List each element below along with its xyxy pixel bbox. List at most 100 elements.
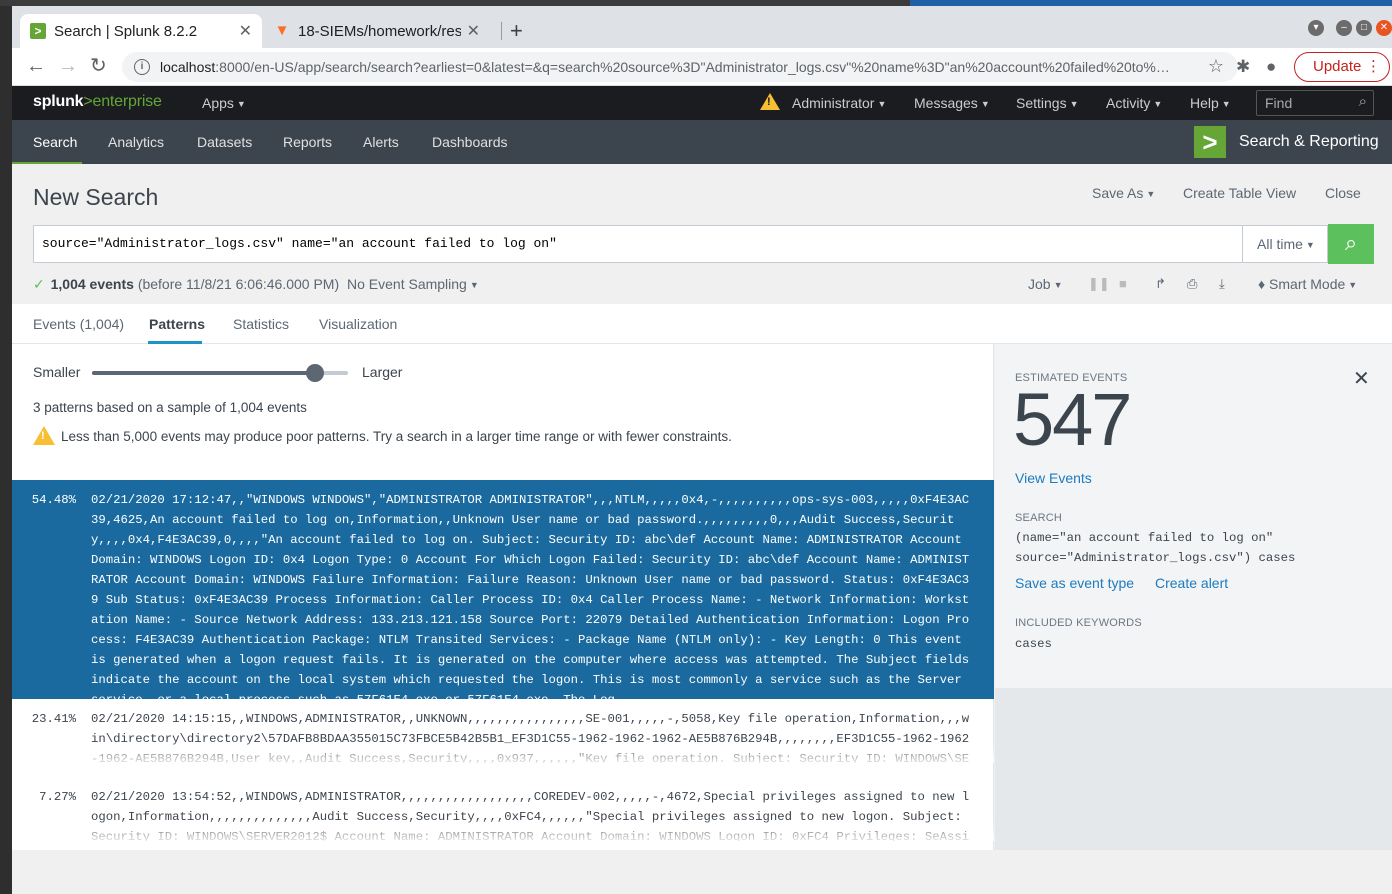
splunk-favicon-icon: >: [30, 23, 46, 39]
close-window-icon[interactable]: ✕: [1376, 20, 1392, 36]
search-app-icon: >: [1194, 126, 1226, 158]
tab-patterns[interactable]: Patterns: [149, 316, 205, 332]
splunk-logo[interactable]: splunk>enterprise: [33, 93, 162, 111]
extensions-icon[interactable]: ✱: [1236, 57, 1250, 77]
tab-title: Search | Splunk 8.2.2: [54, 22, 198, 40]
save-as-menu[interactable]: Save As ▼: [1092, 185, 1155, 201]
find-input[interactable]: Find ⌕: [1256, 90, 1374, 116]
pattern-size-slider[interactable]: [92, 364, 348, 382]
gitlab-favicon-icon: ▼: [274, 22, 290, 39]
search-submit-button[interactable]: ⌕: [1328, 224, 1374, 264]
settings-menu[interactable]: Settings ▼: [1016, 95, 1079, 111]
close-tab-icon[interactable]: ✕: [239, 21, 252, 41]
browser-tab-gitlab[interactable]: ▼ 18-SIEMs/homework/reso ✕: [264, 14, 490, 48]
app-nav-bar: Search Analytics Datasets Reports Alerts…: [12, 120, 1392, 164]
pattern-search-line: (name="an account failed to log on": [1015, 531, 1274, 545]
caret-down-icon: ▼: [1221, 99, 1231, 109]
nav-reports[interactable]: Reports: [283, 134, 332, 150]
minimize-icon[interactable]: –: [1336, 20, 1352, 36]
included-keywords: cases: [1015, 637, 1052, 651]
search-caption: SEARCH: [1015, 512, 1063, 524]
browser-tab-splunk[interactable]: > Search | Splunk 8.2.2 ✕: [20, 14, 262, 48]
caret-down-icon: ▼: [469, 280, 479, 290]
search-mode-menu[interactable]: ♦ Smart Mode ▼: [1258, 276, 1357, 292]
details-panel-empty: [995, 688, 1392, 850]
pattern-summary: 3 patterns based on a sample of 1,004 ev…: [33, 400, 307, 415]
caret-down-icon: ▼: [1069, 99, 1079, 109]
bulb-icon: ♦: [1258, 276, 1266, 292]
nav-alerts[interactable]: Alerts: [363, 134, 399, 150]
pattern-row[interactable]: 23.41% 02/21/2020 14:15:15,,WINDOWS,ADMI…: [12, 709, 994, 763]
patterns-panel: Smaller Larger 3 patterns based on a sam…: [12, 344, 994, 850]
tab-statistics[interactable]: Statistics: [233, 316, 289, 332]
messages-menu[interactable]: Messages ▼: [914, 95, 990, 111]
forward-icon[interactable]: →: [58, 55, 78, 77]
search-query-input[interactable]: source="Administrator_logs.csv" name="an…: [33, 225, 1243, 263]
tab-search-icon[interactable]: ▾: [1308, 20, 1324, 36]
close-link[interactable]: Close: [1325, 185, 1361, 201]
tab-events[interactable]: Events (1,004): [33, 316, 124, 332]
tab-separator: [501, 22, 502, 40]
caret-down-icon: ▼: [1153, 99, 1163, 109]
pattern-row[interactable]: 54.48% 02/21/2020 17:12:47,,"WINDOWS WIN…: [12, 480, 994, 699]
estimated-events-value: 547: [1013, 378, 1132, 461]
page-footer-space: [12, 850, 1392, 894]
update-button[interactable]: Update ⋮: [1294, 52, 1390, 82]
nav-dashboards[interactable]: Dashboards: [432, 134, 508, 150]
included-keywords-caption: INCLUDED KEYWORDS: [1015, 617, 1142, 629]
page-title: New Search: [33, 184, 159, 210]
view-events-link[interactable]: View Events: [1015, 470, 1092, 486]
create-table-view-link[interactable]: Create Table View: [1183, 185, 1296, 201]
site-info-icon[interactable]: i: [134, 59, 150, 75]
pause-icon[interactable]: ❚❚: [1088, 276, 1110, 292]
search-icon: ⌕: [1358, 93, 1367, 110]
url-input[interactable]: i localhost:8000/en-US/app/search/search…: [122, 52, 1238, 82]
tab-visualization[interactable]: Visualization: [319, 316, 397, 332]
save-as-event-type-link[interactable]: Save as event type: [1015, 575, 1134, 591]
time-range-picker[interactable]: All time ▼: [1242, 225, 1328, 263]
maximize-icon[interactable]: □: [1356, 20, 1372, 36]
caret-down-icon: ▼: [236, 99, 246, 109]
warning-icon: !: [33, 426, 55, 445]
app-title: Search & Reporting: [1239, 133, 1379, 150]
stop-icon[interactable]: ■: [1119, 276, 1127, 291]
nav-analytics[interactable]: Analytics: [108, 134, 164, 150]
export-icon[interactable]: ⤓: [1219, 276, 1225, 292]
activity-menu[interactable]: Activity ▼: [1106, 95, 1162, 111]
nav-datasets[interactable]: Datasets: [197, 134, 252, 150]
slider-smaller-label: Smaller: [33, 364, 81, 380]
warning-icon[interactable]: !: [760, 93, 780, 110]
address-bar: ← → ↻ i localhost:8000/en-US/app/search/…: [12, 48, 1392, 86]
nav-search[interactable]: Search: [33, 134, 77, 150]
help-menu[interactable]: Help ▼: [1190, 95, 1231, 111]
event-sampling-menu[interactable]: No Event Sampling ▼: [347, 276, 479, 292]
caret-down-icon: ▼: [980, 99, 990, 109]
text-fade: [12, 741, 994, 763]
close-icon[interactable]: ✕: [1353, 366, 1370, 391]
back-icon[interactable]: ←: [26, 55, 46, 77]
caret-down-icon: ▼: [1053, 280, 1063, 290]
menu-dots-icon: ⋮: [1366, 58, 1381, 75]
pattern-row[interactable]: 7.27% 02/21/2020 13:54:52,,WINDOWS,ADMIN…: [12, 787, 994, 841]
active-nav-indicator: [12, 162, 82, 164]
print-icon[interactable]: ⎙: [1187, 276, 1197, 292]
profile-icon[interactable]: ●: [1266, 57, 1276, 77]
results-tabs: Events (1,004) Patterns Statistics Visua…: [12, 304, 1392, 344]
pattern-details-panel: ✕ ESTIMATED EVENTS 547 View Events SEARC…: [995, 344, 1392, 688]
search-icon: ⌕: [1344, 230, 1358, 255]
slider-handle[interactable]: [305, 364, 324, 382]
caret-down-icon: ▼: [877, 99, 887, 109]
create-alert-link[interactable]: Create alert: [1155, 575, 1228, 591]
check-icon: ✓: [33, 276, 45, 292]
share-icon[interactable]: ↱: [1155, 276, 1166, 292]
close-tab-icon[interactable]: ✕: [467, 21, 480, 41]
pattern-search-line: source="Administrator_logs.csv") cases: [1015, 551, 1296, 565]
reload-icon[interactable]: ↻: [90, 55, 107, 77]
url-text: localhost:8000/en-US/app/search/search?e…: [160, 59, 1170, 75]
new-tab-icon[interactable]: +: [510, 18, 523, 44]
administrator-menu[interactable]: Administrator ▼: [792, 95, 886, 111]
slider-fill: [92, 371, 315, 375]
apps-menu[interactable]: Apps ▼: [202, 95, 246, 111]
job-menu[interactable]: Job ▼: [1028, 276, 1063, 292]
bookmark-star-icon[interactable]: ☆: [1208, 56, 1224, 77]
